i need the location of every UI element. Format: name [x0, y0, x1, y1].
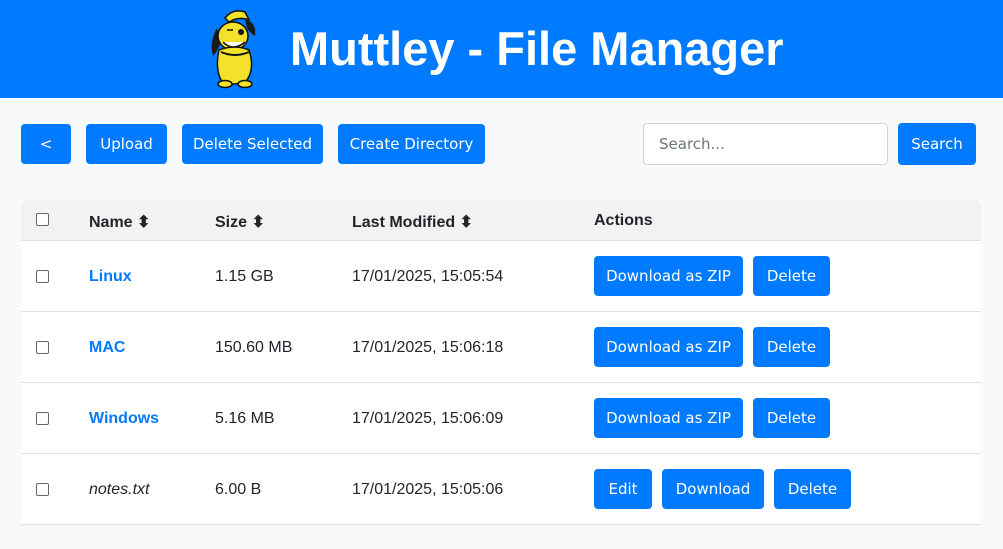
download-zip-button[interactable]: Download as ZIP — [594, 327, 743, 367]
last-modified: 17/01/2025, 15:06:09 — [352, 410, 504, 427]
table-row: notes.txt 6.00 B 17/01/2025, 15:05:06 Ed… — [21, 454, 981, 525]
delete-selected-button[interactable]: Delete Selected — [182, 124, 323, 164]
actions-column-header: Actions — [594, 212, 653, 229]
last-modified: 17/01/2025, 15:05:06 — [352, 481, 504, 498]
table-row: Windows 5.16 MB 17/01/2025, 15:06:09 Dow… — [21, 383, 981, 454]
delete-button[interactable]: Delete — [753, 327, 830, 367]
file-table: Name ⬍ Size ⬍ Last Modified ⬍ Actions Li… — [21, 200, 981, 525]
upload-button[interactable]: Upload — [86, 124, 167, 164]
file-size: 5.16 MB — [215, 410, 275, 427]
name-column-header[interactable]: Name ⬍ — [89, 212, 150, 232]
file-size: 6.00 B — [215, 481, 262, 498]
row-checkbox[interactable] — [36, 412, 49, 425]
table-header: Name ⬍ Size ⬍ Last Modified ⬍ Actions — [21, 200, 981, 241]
size-column-header[interactable]: Size ⬍ — [215, 212, 265, 232]
download-zip-button[interactable]: Download as ZIP — [594, 256, 743, 296]
edit-button[interactable]: Edit — [594, 469, 652, 509]
download-zip-button[interactable]: Download as ZIP — [594, 398, 743, 438]
row-checkbox[interactable] — [36, 483, 49, 496]
search-input[interactable] — [643, 123, 888, 165]
row-checkbox[interactable] — [36, 270, 49, 283]
table-row: Linux 1.15 GB 17/01/2025, 15:05:54 Downl… — [21, 241, 981, 312]
muttley-dog-logo — [211, 10, 256, 89]
last-modified: 17/01/2025, 15:05:54 — [352, 268, 504, 285]
delete-button[interactable]: Delete — [753, 256, 830, 296]
file-name: notes.txt — [89, 481, 150, 498]
last-modified: 17/01/2025, 15:06:18 — [352, 339, 504, 356]
table-row: MAC 150.60 MB 17/01/2025, 15:06:18 Downl… — [21, 312, 981, 383]
folder-link[interactable]: Windows — [89, 410, 159, 428]
row-checkbox[interactable] — [36, 341, 49, 354]
folder-link[interactable]: Linux — [89, 268, 132, 286]
file-size: 1.15 GB — [215, 268, 274, 285]
download-button[interactable]: Download — [662, 469, 764, 509]
create-directory-button[interactable]: Create Directory — [338, 124, 485, 164]
select-all-checkbox[interactable] — [36, 213, 49, 226]
back-button[interactable]: < — [21, 124, 71, 164]
app-title: Muttley - File Manager — [290, 22, 784, 75]
modified-column-header[interactable]: Last Modified ⬍ — [352, 212, 473, 232]
delete-button[interactable]: Delete — [774, 469, 851, 509]
file-size: 150.60 MB — [215, 339, 293, 356]
delete-button[interactable]: Delete — [753, 398, 830, 438]
search-button[interactable]: Search — [898, 123, 976, 165]
app-header: Muttley - File Manager — [0, 0, 1003, 98]
folder-link[interactable]: MAC — [89, 339, 125, 357]
